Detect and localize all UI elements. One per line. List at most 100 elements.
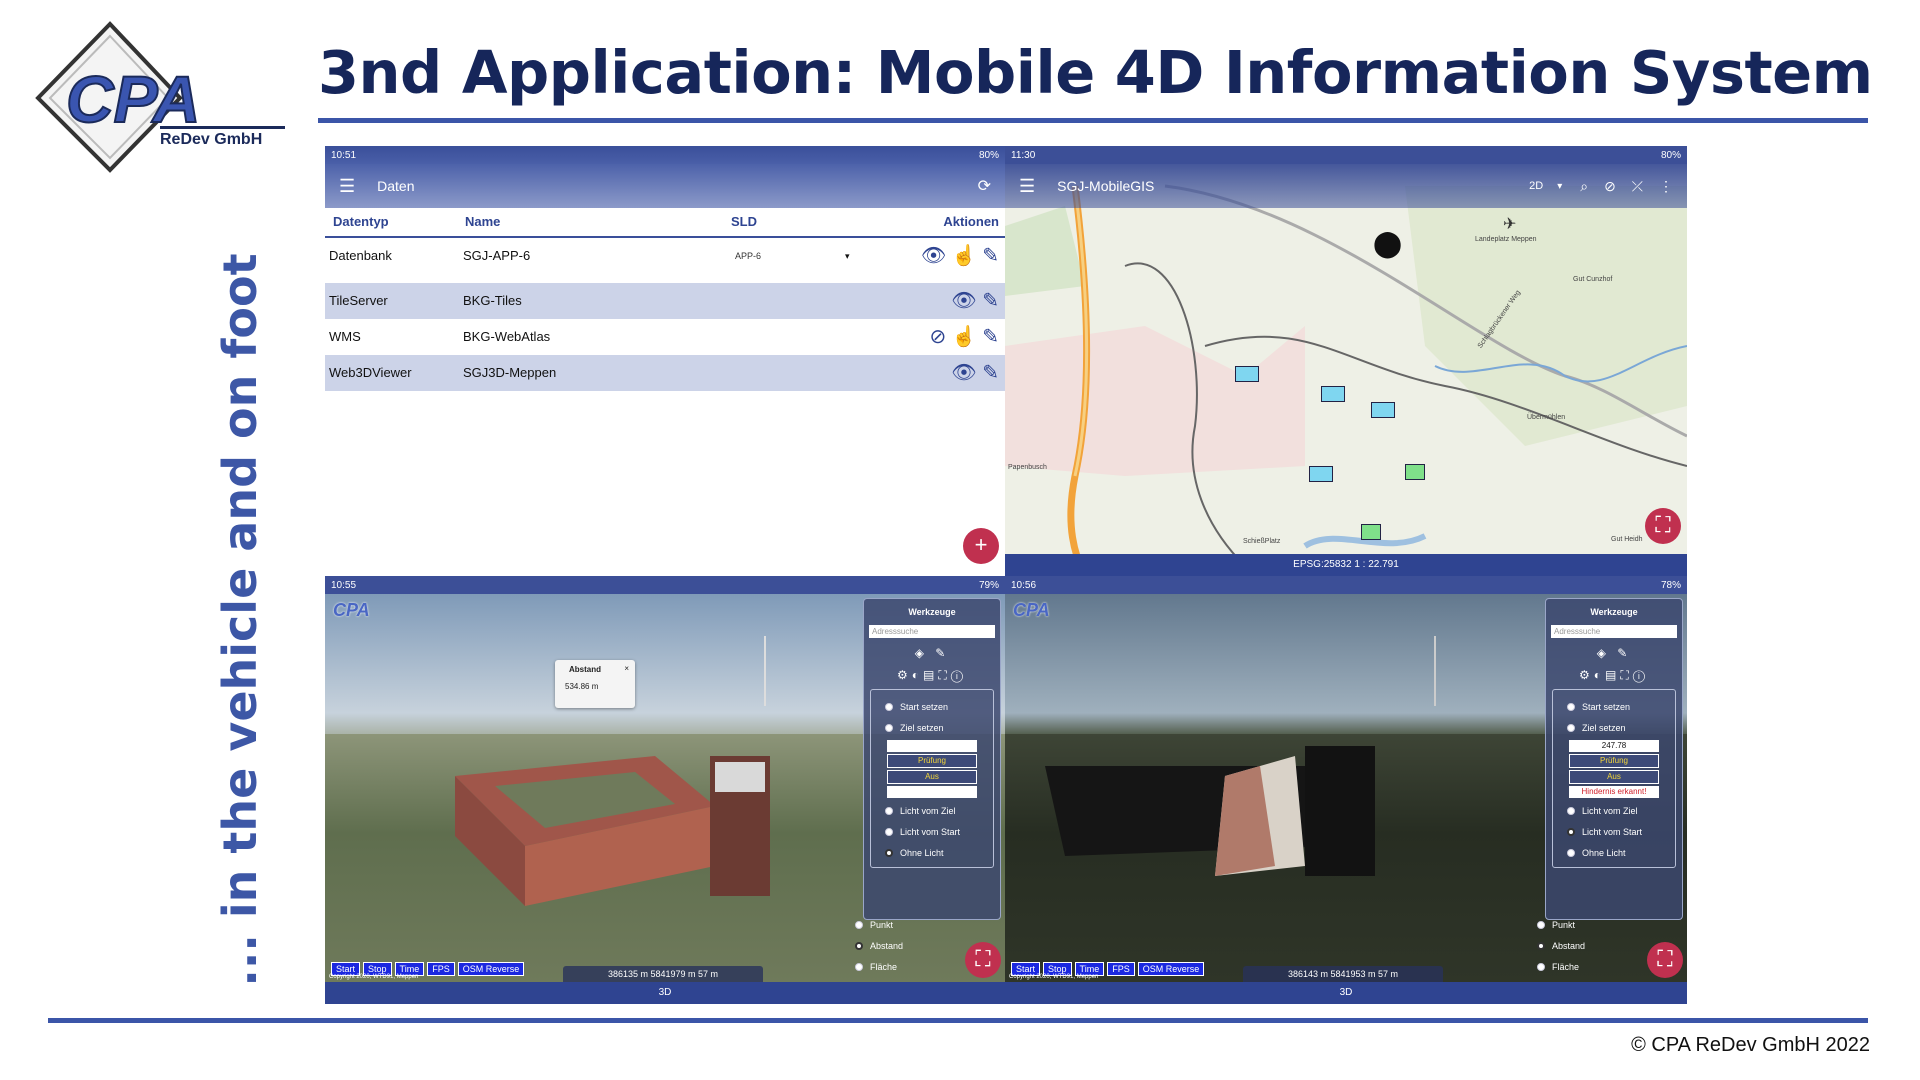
dropdown-icon[interactable]: ▾	[845, 238, 850, 274]
refresh-icon[interactable]: ⟳	[978, 176, 991, 196]
abstand-radio[interactable]: Abstand	[855, 935, 965, 956]
map-label: Landeplatz Meppen	[1475, 236, 1537, 243]
status-bar: 10:56 78%	[1005, 576, 1687, 594]
more-icon[interactable]: ⋮	[1659, 178, 1673, 195]
view-footer: 3D	[325, 982, 1005, 1004]
fps-button[interactable]: FPS	[1107, 962, 1135, 976]
osm-reverse-button[interactable]: OSM Reverse	[457, 962, 525, 976]
add-button[interactable]: +	[963, 528, 999, 564]
map-label: Papenbusch	[1008, 464, 1047, 471]
status-battery: 80%	[1660, 149, 1681, 161]
row-actions[interactable]: ⊘ ☝ ✎	[929, 319, 999, 355]
pruefung-button[interactable]: Prüfung	[887, 754, 977, 768]
exit-fullscreen-button[interactable]: ⛶	[965, 942, 1001, 978]
status-battery: 80%	[978, 149, 999, 161]
unit-symbol-icon[interactable]	[1361, 524, 1381, 540]
row-actions[interactable]: 👁 ✎	[951, 355, 999, 391]
table-row[interactable]: Web3DViewer SGJ3D-Meppen 👁 ✎	[325, 355, 1005, 391]
data-list-screenshot: 10:51 80% ☰ Daten ⟳ Datentyp Name SLD Ak…	[325, 146, 1005, 576]
logo-text: CPA	[66, 62, 200, 136]
table-row[interactable]: Datenbank SGJ-APP-6 APP-6 ▾ 👁 ☝ ✎	[325, 238, 1005, 274]
light-start-radio[interactable]: Licht vom Start	[871, 821, 993, 842]
sld-select[interactable]: APP-6	[735, 238, 761, 274]
table-header: Datentyp Name SLD Aktionen	[325, 208, 1005, 238]
cell-name: SGJ-APP-6	[463, 248, 531, 263]
route-box: Start setzen Ziel setzen Prüfung Aus Lic…	[870, 689, 994, 868]
light-goal-radio[interactable]: Licht vom Ziel	[1553, 800, 1675, 821]
tool-icons[interactable]: ⚙◐▤⛶ⓘ	[864, 668, 1000, 683]
mode-select[interactable]: 2D	[1529, 180, 1543, 192]
search-icon[interactable]: ⌕	[1580, 178, 1588, 195]
no-light-radio[interactable]: Ohne Licht	[871, 842, 993, 863]
menu-icon[interactable]: ☰	[1019, 176, 1035, 197]
address-search-input[interactable]: Adresssuche	[1551, 625, 1677, 638]
col-name: Name	[465, 214, 501, 229]
unit-symbol-icon[interactable]	[1321, 386, 1345, 402]
location-pin-icon[interactable]: ⬤	[1373, 228, 1402, 259]
3d-view-right[interactable]: 10:56 78% CPA Werkzeuge Adresssuche ◈ ✎ …	[1005, 576, 1687, 1004]
exit-fullscreen-button[interactable]: ⛶	[1647, 942, 1683, 978]
map-screenshot[interactable]: 11:30 80% ☰ SGJ-MobileGIS 2D ▾ ⌕ ⊘ ⤫ ⋮ ⬤…	[1005, 146, 1687, 576]
row-actions[interactable]: 👁 ☝ ✎	[921, 238, 999, 274]
unit-symbol-icon[interactable]	[1371, 402, 1395, 418]
aus-button[interactable]: Aus	[887, 770, 977, 784]
unit-symbol-icon[interactable]	[1309, 466, 1333, 482]
fullscreen-button[interactable]: ⛶	[1645, 508, 1681, 544]
goal-radio[interactable]: Ziel setzen	[871, 717, 993, 738]
aus-button[interactable]: Aus	[1569, 770, 1659, 784]
col-datentyp: Datentyp	[333, 214, 389, 229]
cell-name: BKG-Tiles	[463, 293, 522, 308]
unit-symbol-icon[interactable]	[1235, 366, 1259, 382]
dropdown-icon[interactable]: ▾	[1557, 181, 1562, 192]
close-icon[interactable]: ×	[624, 664, 629, 673]
punkt-radio[interactable]: Punkt	[855, 914, 965, 935]
coordinates-readout: 386143 m 5841953 m 57 m	[1243, 966, 1443, 982]
app-bar: ☰ Daten ⟳	[325, 164, 1005, 208]
status-time: 10:51	[331, 149, 357, 161]
value-field[interactable]: 247.78	[1569, 740, 1659, 752]
tools-title: Werkzeuge	[908, 607, 956, 617]
abstand-radio[interactable]: Abstand	[1537, 935, 1647, 956]
light-goal-radio[interactable]: Licht vom Ziel	[871, 800, 993, 821]
measure-icon[interactable]: ⤫	[1632, 178, 1643, 195]
status-battery: 78%	[1660, 579, 1681, 591]
pruefung-button[interactable]: Prüfung	[1569, 754, 1659, 768]
punkt-radio[interactable]: Punkt	[1537, 914, 1647, 935]
measure-mode: Punkt Abstand Fläche	[855, 914, 965, 977]
row-actions[interactable]: 👁 ✎	[951, 283, 999, 319]
distance-popup: Abstand × 534.86 m	[555, 660, 635, 708]
light-start-radio[interactable]: Licht vom Start	[1553, 821, 1675, 842]
table-row[interactable]: WMS BKG-WebAtlas ⊘ ☝ ✎	[325, 319, 1005, 355]
no-light-radio[interactable]: Ohne Licht	[1553, 842, 1675, 863]
3d-view-left[interactable]: 10:55 79% CPA Abstand × 534.86 m Werkzeu…	[325, 576, 1005, 1004]
coordinates-readout: 386135 m 5841979 m 57 m	[563, 966, 763, 982]
status-time: 10:56	[1011, 579, 1037, 591]
fps-button[interactable]: FPS	[427, 962, 455, 976]
popup-title: Abstand	[569, 665, 601, 674]
start-radio[interactable]: Start setzen	[1553, 696, 1675, 717]
app-title: Daten	[377, 178, 415, 194]
goal-radio[interactable]: Ziel setzen	[1553, 717, 1675, 738]
map-canvas[interactable]	[1005, 146, 1687, 576]
layers-icon[interactable]: ◈ ✎	[1546, 646, 1682, 660]
value-field[interactable]	[887, 740, 977, 752]
menu-icon[interactable]: ☰	[339, 176, 355, 197]
table-row[interactable]: TileServer BKG-Tiles 👁 ✎	[325, 283, 1005, 319]
tool-icons[interactable]: ⚙◐▤⛶ⓘ	[1546, 668, 1682, 683]
unit-symbol-icon[interactable]	[1405, 464, 1425, 480]
popup-value: 534.86 m	[565, 682, 599, 691]
layers-icon[interactable]: ◈ ✎	[864, 646, 1000, 660]
start-radio[interactable]: Start setzen	[871, 696, 993, 717]
address-search-input[interactable]: Adresssuche	[869, 625, 995, 638]
status-bar: 10:55 79%	[325, 576, 1005, 594]
scene-copyright: Copyright 2020, WTD91, Meppen	[1009, 974, 1099, 980]
tools-title: Werkzeuge	[1590, 607, 1638, 617]
osm-reverse-button[interactable]: OSM Reverse	[1137, 962, 1205, 976]
tools-panel: Werkzeuge Adresssuche ◈ ✎ ⚙◐▤⛶ⓘ Start se…	[1545, 598, 1683, 920]
map-label: Gut Cunzhof	[1573, 276, 1613, 283]
flaeche-radio[interactable]: Fläche	[1537, 956, 1647, 977]
cell-type: Web3DViewer	[329, 365, 412, 380]
flaeche-radio[interactable]: Fläche	[855, 956, 965, 977]
cell-type: WMS	[329, 329, 361, 344]
gps-off-icon[interactable]: ⊘	[1604, 178, 1616, 195]
